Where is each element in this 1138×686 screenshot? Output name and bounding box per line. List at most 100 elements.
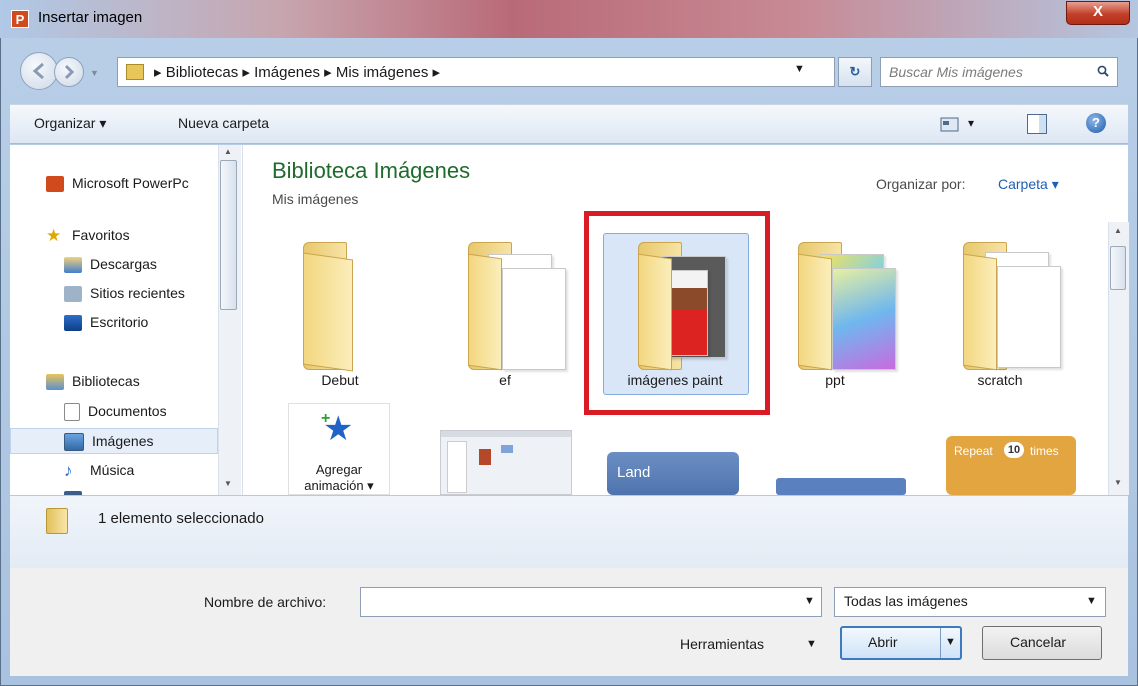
scroll-up-icon[interactable]: ▲	[1114, 226, 1122, 235]
view-icon	[940, 117, 959, 132]
recent-locations-dropdown-icon[interactable]: ▼	[90, 68, 99, 78]
sidebar-item-label: Escritorio	[90, 314, 149, 330]
documents-icon	[64, 403, 80, 422]
folder-label: scratch	[977, 372, 1023, 388]
library-title: Biblioteca Imágenes	[272, 158, 471, 183]
image-thumbnail[interactable]: Repeat 10 times	[946, 436, 1076, 495]
image-thumbnail[interactable]	[440, 430, 572, 495]
change-view-button[interactable]: ▾	[940, 114, 980, 136]
sidebar-item-musica[interactable]: ♪ Música	[64, 457, 134, 483]
sidebar-item-sitios-recientes[interactable]: Sitios recientes	[64, 280, 185, 306]
breadcrumb[interactable]: ▸ Bibliotecas ▸ Imágenes ▸ Mis imágenes …	[154, 63, 440, 81]
sidebar-item-documentos[interactable]: Documentos	[64, 398, 167, 424]
pictures-icon	[64, 433, 84, 452]
tools-dropdown-icon[interactable]: ▼	[806, 638, 817, 650]
file-type-value: Todas las imágenes	[844, 593, 968, 609]
filename-dropdown-icon[interactable]: ▼	[804, 595, 815, 607]
back-button[interactable]	[20, 52, 58, 90]
scroll-down-icon[interactable]: ▼	[1114, 478, 1122, 487]
thumbnail-caption: Agregar	[315, 462, 363, 477]
sidebar-item-label: Documentos	[88, 403, 167, 419]
search-box[interactable]	[880, 57, 1118, 87]
music-icon: ♪	[64, 461, 73, 481]
file-type-dropdown-icon[interactable]: ▼	[1086, 595, 1097, 607]
address-bar[interactable]: ▸ Bibliotecas ▸ Imágenes ▸ Mis imágenes …	[117, 57, 835, 87]
folder-label: ef	[499, 372, 511, 388]
folder-item[interactable]: ppt	[760, 236, 910, 396]
thumbnail-text: Repeat	[954, 444, 993, 458]
sidebar-item-escritorio[interactable]: Escritorio	[64, 309, 148, 335]
thumbnail-caption: animación ▾	[304, 478, 374, 493]
folder-label: ppt	[825, 372, 845, 388]
scroll-up-icon[interactable]: ▲	[224, 147, 232, 156]
organize-button[interactable]: Organizar ▾	[34, 115, 106, 132]
address-dropdown-icon[interactable]: ▼	[794, 63, 805, 75]
refresh-button[interactable]: ↻	[838, 57, 872, 87]
folder-item[interactable]: ef	[430, 236, 580, 396]
open-button-divider	[940, 628, 941, 658]
thumbnail-text: times	[1030, 444, 1059, 458]
filename-label: Nombre de archivo:	[204, 594, 327, 610]
details-pane	[10, 495, 1128, 568]
open-button-label: Abrir	[868, 634, 898, 650]
sidebar-item-partial[interactable]	[64, 485, 90, 495]
sidebar-item-label: Música	[90, 462, 135, 478]
tools-button[interactable]: Herramientas	[680, 636, 764, 652]
title-bar[interactable]	[0, 0, 1138, 38]
help-icon[interactable]: ?	[1086, 113, 1106, 133]
folder-icon	[450, 236, 566, 371]
open-button[interactable]	[840, 626, 962, 660]
forward-button[interactable]	[54, 57, 84, 87]
sidebar-item-label: Bibliotecas	[72, 373, 140, 389]
arrange-by-dropdown[interactable]: Carpeta ▾	[998, 176, 1059, 193]
scroll-down-icon[interactable]: ▼	[224, 479, 232, 488]
preview-pane-button[interactable]	[1027, 114, 1047, 134]
sidebar-item-imagenes[interactable]: Imágenes	[64, 428, 153, 454]
filename-input[interactable]	[360, 587, 822, 617]
library-subtitle: Mis imágenes	[272, 191, 359, 207]
sidebar-item-powerpoint[interactable]: Microsoft PowerPc	[46, 170, 189, 196]
star-icon: ★	[46, 226, 62, 246]
cancel-button-label: Cancelar	[1010, 634, 1067, 650]
window-title: Insertar imagen	[38, 9, 143, 26]
arrange-by-label: Organizar por:	[876, 176, 966, 192]
open-dropdown-icon[interactable]: ▼	[945, 636, 956, 648]
folder-item[interactable]: Debut	[265, 236, 415, 396]
folder-icon	[126, 64, 144, 80]
downloads-icon	[64, 257, 82, 274]
sidebar-item-label: Descargas	[90, 256, 157, 272]
sidebar-item-favoritos[interactable]: ★ Favoritos	[46, 222, 130, 248]
view-dropdown-icon[interactable]: ▾	[968, 116, 974, 130]
close-button[interactable]: X	[1066, 1, 1130, 25]
sidebar-item-bibliotecas[interactable]: Bibliotecas	[46, 368, 140, 394]
sidebar-item-descargas[interactable]: Descargas	[64, 251, 157, 277]
search-icon[interactable]	[1097, 65, 1109, 77]
desktop-icon	[64, 315, 82, 332]
image-thumbnail[interactable]	[776, 478, 906, 495]
powerpoint-app-icon: P	[11, 10, 29, 28]
new-folder-button[interactable]: Nueva carpeta	[178, 115, 269, 131]
back-arrow-icon	[32, 62, 44, 80]
navigation-scrollbar-thumb[interactable]	[220, 160, 237, 310]
sidebar-item-label: Imágenes	[92, 433, 154, 449]
add-animation-thumbnail[interactable]: ★ + Agregar animación ▾	[288, 403, 390, 495]
folder-icon	[780, 236, 896, 371]
folder-icon	[945, 236, 1061, 371]
command-toolbar: Organizar ▾ Nueva carpeta ▾ ?	[10, 104, 1128, 144]
folder-icon	[285, 236, 395, 372]
content-scrollbar-thumb[interactable]	[1110, 246, 1126, 290]
folder-icon	[46, 508, 68, 534]
red-highlight-box	[584, 211, 770, 415]
folder-label: Debut	[321, 372, 359, 388]
search-input[interactable]	[881, 59, 1089, 85]
folder-item[interactable]: scratch	[925, 236, 1075, 396]
thumbnail-text: Land	[617, 464, 651, 481]
plus-icon: +	[321, 410, 331, 427]
sidebar-item-label: Microsoft PowerPc	[72, 175, 189, 191]
thumbnail-text: 10	[1004, 442, 1024, 458]
bottom-panel	[10, 568, 1128, 676]
recent-places-icon	[64, 286, 82, 303]
powerpoint-icon	[46, 176, 64, 193]
image-thumbnail[interactable]: Land	[607, 452, 739, 495]
sidebar-item-label: Favoritos	[72, 227, 130, 243]
